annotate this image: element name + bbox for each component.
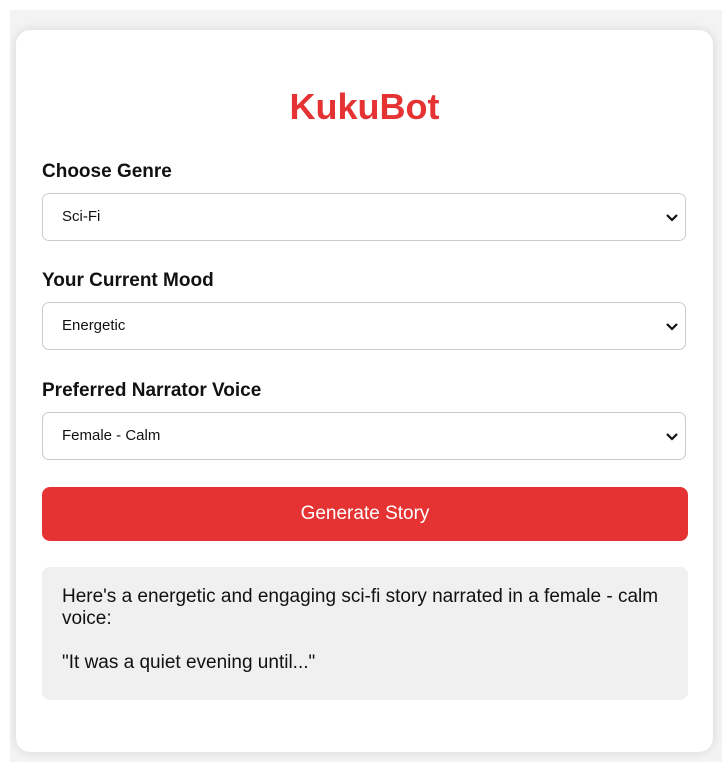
genre-select[interactable]: Sci-Fi — [42, 193, 686, 241]
voice-select[interactable]: Female - Calm — [42, 412, 686, 460]
chevron-down-icon — [666, 214, 678, 222]
app-title: KukuBot — [289, 86, 440, 127]
story-card: KukuBot Choose Genre Sci-Fi Your Current… — [16, 30, 713, 752]
story-output: Here's a energetic and engaging sci-fi s… — [42, 567, 688, 700]
chevron-down-icon — [666, 323, 678, 331]
genre-selected-value: Sci-Fi — [62, 208, 101, 225]
mood-selected-value: Energetic — [62, 317, 126, 334]
genre-label: Choose Genre — [42, 161, 172, 182]
voice-label: Preferred Narrator Voice — [42, 380, 262, 401]
voice-selected-value: Female - Calm — [62, 427, 161, 444]
generate-story-button[interactable]: Generate Story — [42, 487, 688, 541]
mood-select[interactable]: Energetic — [42, 302, 686, 350]
story-text: "It was a quiet evening until..." — [62, 652, 316, 673]
chevron-down-icon — [666, 433, 678, 441]
mood-label: Your Current Mood — [42, 270, 214, 291]
story-intro-text: Here's a energetic and engaging sci-fi s… — [62, 586, 659, 629]
